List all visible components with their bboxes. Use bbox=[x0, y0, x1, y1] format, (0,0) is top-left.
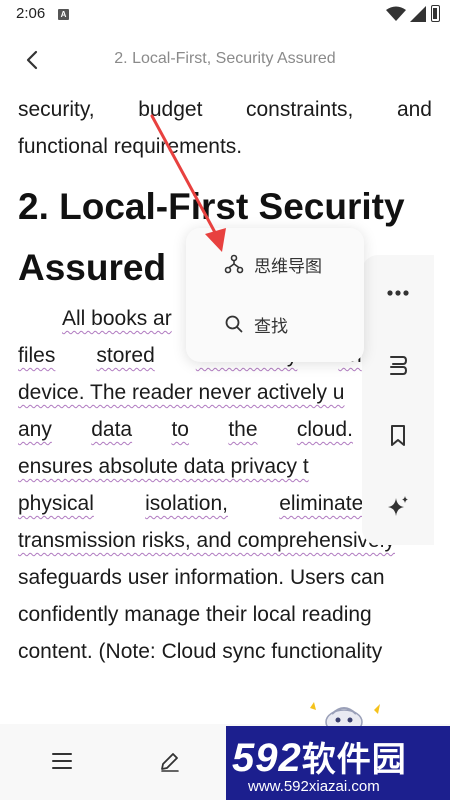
paragraph-line: safeguards user information. Users can bbox=[18, 566, 385, 589]
back-button[interactable] bbox=[18, 46, 46, 74]
word: cloud. bbox=[296, 418, 353, 441]
chapter-title: 2. Local-First, Security Assured bbox=[114, 50, 336, 67]
battery-icon bbox=[431, 5, 440, 22]
word: physical bbox=[18, 492, 94, 515]
word: and bbox=[396, 98, 432, 121]
word: files bbox=[18, 344, 56, 367]
more-dots-icon bbox=[387, 290, 409, 296]
word: security, bbox=[18, 98, 95, 121]
context-menu: 思维导图 查找 bbox=[186, 228, 364, 362]
selected-text: transmission risks, and comprehensively bbox=[18, 529, 395, 552]
word: constraints, bbox=[246, 98, 354, 121]
word: budget bbox=[138, 98, 203, 121]
paragraph-line: confidently manage their local reading bbox=[18, 603, 372, 626]
search-icon bbox=[225, 315, 243, 333]
ai-button[interactable] bbox=[384, 493, 412, 521]
text-style-button[interactable] bbox=[384, 352, 412, 380]
bookmark-icon bbox=[391, 425, 405, 446]
top-paragraph: security, budget constraints, and functi… bbox=[18, 91, 432, 165]
word: eliminates bbox=[279, 492, 374, 515]
bookmark-button[interactable] bbox=[384, 422, 412, 450]
paragraph-line: content. (Note: Cloud sync functionality bbox=[18, 640, 383, 663]
word: any bbox=[18, 418, 52, 441]
watermark-number: 592 bbox=[232, 736, 302, 780]
selected-text: All books ar bbox=[62, 307, 172, 330]
sparkle-icon bbox=[388, 496, 408, 516]
menu-button[interactable] bbox=[47, 746, 77, 776]
watermark-text: 软件园 bbox=[301, 740, 407, 780]
menu-icon bbox=[52, 753, 72, 769]
paragraph-line: security, budget constraints, and bbox=[18, 91, 432, 128]
paragraph-line: functional requirements. bbox=[18, 135, 243, 158]
menu-item-label: 思维导图 bbox=[254, 257, 322, 277]
chevron-left-icon bbox=[26, 50, 38, 70]
menu-item-label: 查找 bbox=[254, 317, 288, 337]
word: data bbox=[91, 418, 133, 441]
side-toolbar bbox=[362, 255, 434, 545]
pen-icon bbox=[161, 753, 179, 772]
text-style-icon bbox=[390, 356, 408, 375]
mind-map-icon bbox=[224, 254, 244, 274]
watermark-url: www.592xiazai.com bbox=[248, 778, 380, 795]
note-button[interactable] bbox=[155, 746, 185, 776]
status-bar: 2:06 A bbox=[0, 0, 450, 32]
more-button[interactable] bbox=[384, 279, 412, 307]
reader-header: 2. Local-First, Security Assured bbox=[0, 36, 450, 84]
signal-icon bbox=[410, 6, 426, 22]
word: to bbox=[171, 418, 189, 441]
selected-text: ensures absolute data privacy t bbox=[18, 455, 309, 478]
word: isolation, bbox=[145, 492, 228, 515]
word: the bbox=[228, 418, 258, 441]
word: stored bbox=[96, 344, 155, 367]
selected-text: device. The reader never actively u bbox=[18, 381, 345, 404]
status-time: 2:06 bbox=[16, 5, 46, 22]
a-app-icon: A bbox=[58, 9, 69, 20]
watermark-logo: 592软件园 www.592xiazai.com bbox=[226, 726, 450, 800]
wifi-icon bbox=[386, 6, 406, 21]
menu-item-find[interactable]: 查找 bbox=[186, 298, 364, 348]
menu-item-mind-map[interactable]: 思维导图 bbox=[186, 238, 364, 288]
watermark-brand: 592软件园 bbox=[232, 732, 407, 781]
